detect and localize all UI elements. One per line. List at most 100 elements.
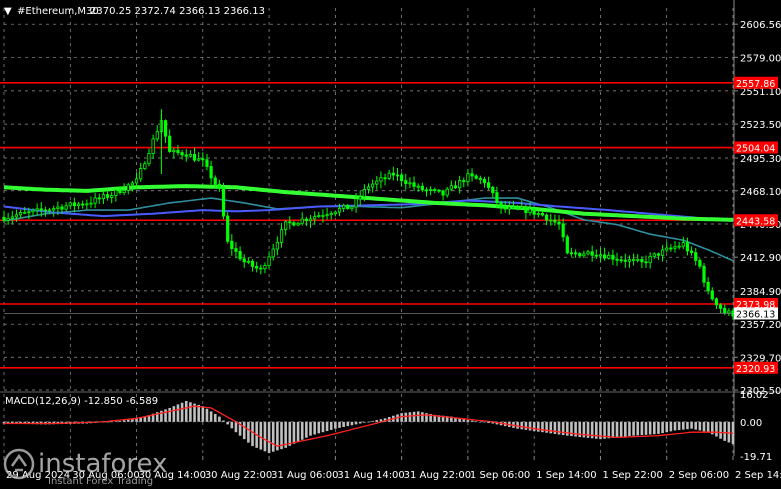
candle-body bbox=[118, 189, 122, 194]
level-price-label: 2504.04 bbox=[736, 144, 775, 155]
time-tick-label: 31 Aug 14:00 bbox=[337, 470, 404, 481]
macd-histogram-bar bbox=[483, 421, 486, 423]
macd-histogram-bar bbox=[665, 421, 669, 433]
candle-body bbox=[217, 183, 221, 189]
macd-histogram-bar bbox=[201, 406, 205, 422]
macd-histogram-bar bbox=[541, 421, 544, 433]
candle-body bbox=[130, 182, 135, 186]
candle-body bbox=[10, 216, 14, 219]
macd-histogram-bar bbox=[234, 421, 238, 433]
candle-body bbox=[706, 281, 710, 292]
candle-body bbox=[151, 138, 155, 154]
candle-body bbox=[557, 221, 561, 225]
candle-body bbox=[221, 188, 226, 217]
price-chart[interactable]: 2606.562579.002551.102523.502495.302468.… bbox=[0, 0, 781, 489]
macd-histogram-bar bbox=[628, 421, 631, 437]
candle-body bbox=[582, 253, 586, 257]
candle-body bbox=[89, 202, 93, 205]
candle-body bbox=[437, 189, 441, 192]
candle-body bbox=[644, 261, 648, 264]
candle-body bbox=[52, 208, 56, 211]
macd-histogram-bar bbox=[553, 421, 557, 434]
candle-body bbox=[172, 149, 176, 152]
macd-histogram-bar bbox=[719, 421, 722, 439]
time-tick-label: 1 Sep 14:00 bbox=[536, 470, 596, 481]
candle-body bbox=[478, 177, 482, 180]
candle-body bbox=[333, 211, 337, 215]
candle-body bbox=[93, 197, 97, 204]
candle-body bbox=[549, 219, 553, 222]
macd-histogram-bar bbox=[267, 421, 271, 454]
time-tick-label: 31 Aug 06:00 bbox=[271, 470, 338, 481]
macd-histogram-bar bbox=[615, 421, 619, 438]
price-tick-label: 2495.30 bbox=[740, 154, 781, 165]
candle-body bbox=[143, 163, 147, 169]
macd-histogram-bar bbox=[648, 421, 652, 435]
price-tick-label: 2468.10 bbox=[740, 187, 781, 198]
macd-histogram-bar bbox=[706, 421, 710, 433]
candle-body bbox=[507, 206, 511, 210]
candle-body bbox=[470, 173, 474, 177]
macd-histogram-bar bbox=[164, 409, 167, 422]
candle-body bbox=[39, 208, 43, 211]
candle-body bbox=[176, 149, 180, 153]
macd-histogram-bar bbox=[242, 421, 246, 440]
macd-histogram-bar bbox=[624, 421, 627, 437]
candle-body bbox=[619, 259, 623, 262]
candle-body bbox=[126, 184, 130, 191]
candle-body bbox=[540, 212, 545, 216]
macd-histogram-bar bbox=[118, 420, 122, 422]
macd-histogram-bar bbox=[661, 421, 664, 434]
candle-body bbox=[14, 214, 19, 218]
macd-histogram-bar bbox=[416, 411, 420, 422]
price-tick-label: 2357.20 bbox=[740, 320, 781, 331]
candle-body bbox=[371, 183, 375, 188]
candle-body bbox=[337, 207, 342, 213]
candle-body bbox=[139, 168, 143, 180]
candle-body bbox=[296, 222, 300, 226]
logo-tagline: Instant Forex Trading bbox=[48, 476, 153, 487]
candle-body bbox=[727, 310, 731, 314]
macd-histogram-bar bbox=[292, 421, 296, 444]
candle-body bbox=[590, 251, 594, 256]
time-tick-label: 30 Aug 22:00 bbox=[205, 470, 272, 481]
symbol-label: #Ethereum,M30 bbox=[17, 6, 99, 17]
candle-body bbox=[76, 203, 81, 207]
macd-histogram-bar bbox=[259, 421, 263, 450]
candle-body bbox=[134, 178, 139, 184]
candle-body bbox=[97, 197, 101, 200]
macd-histogram-bar bbox=[213, 413, 217, 422]
macd-histogram-bar bbox=[338, 421, 341, 428]
candle-body bbox=[528, 208, 532, 214]
macd-histogram-bar bbox=[334, 421, 337, 429]
macd-histogram-bar bbox=[296, 421, 300, 442]
macd-histogram-bar bbox=[421, 412, 424, 422]
macd-tick-label: 0.00 bbox=[740, 418, 762, 429]
candle-body bbox=[400, 174, 404, 182]
candle-body bbox=[383, 177, 387, 180]
candle-body bbox=[23, 211, 27, 214]
macd-histogram-bar bbox=[317, 421, 321, 434]
candle-body bbox=[565, 236, 569, 254]
candle-body bbox=[627, 259, 632, 262]
symbol-triangle-icon: ▼ bbox=[4, 6, 12, 17]
macd-histogram-bar bbox=[470, 420, 474, 422]
candle-body bbox=[292, 222, 296, 226]
candle-body bbox=[524, 206, 528, 214]
candle-body bbox=[466, 173, 470, 183]
chart-background bbox=[0, 0, 781, 489]
candle-body bbox=[168, 135, 172, 152]
candle-body bbox=[623, 259, 627, 262]
macd-histogram-bar bbox=[300, 421, 304, 440]
candle-body bbox=[56, 206, 60, 209]
macd-histogram-bar bbox=[532, 421, 536, 432]
candle-body bbox=[458, 180, 462, 189]
macd-histogram-bar bbox=[325, 421, 329, 432]
candle-body bbox=[640, 259, 644, 263]
candle-body bbox=[665, 247, 669, 251]
candle-body bbox=[362, 188, 366, 198]
macd-histogram-bar bbox=[702, 421, 706, 432]
ohlc-label: 2370.25 2372.74 2366.13 2366.13 bbox=[90, 6, 265, 17]
macd-histogram-bar bbox=[168, 407, 171, 422]
candle-body bbox=[710, 290, 714, 300]
